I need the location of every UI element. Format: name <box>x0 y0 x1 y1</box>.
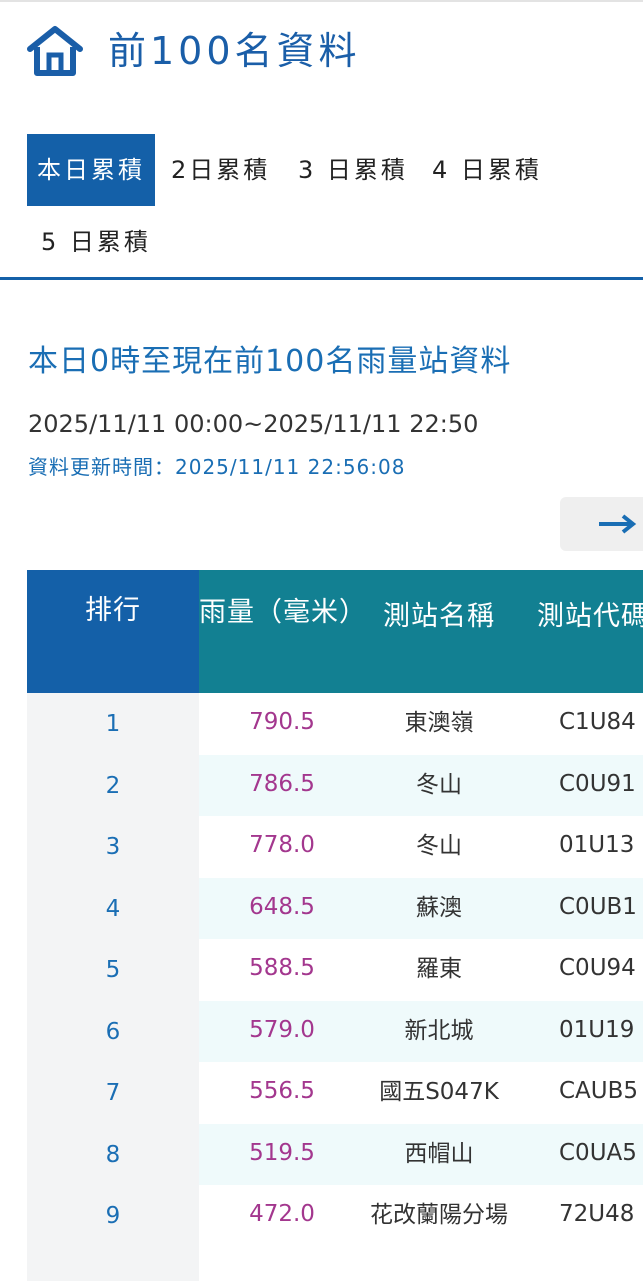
header-station-code[interactable]: 測站代碼 <box>513 570 643 693</box>
rank-cell: 1 <box>27 693 199 755</box>
page-title: 前100名資料 <box>108 29 361 73</box>
table-row[interactable]: 6 579.0 新北城 01U19 <box>27 1000 643 1062</box>
table-row[interactable]: 9 472.0 花改蘭陽分場 72U48 <box>27 1185 643 1281</box>
home-icon[interactable] <box>26 25 84 77</box>
tab-5-day[interactable]: 5 日累積 <box>41 206 151 278</box>
station-code-cell: C0U94 <box>513 939 643 1001</box>
table-row[interactable]: 7 556.5 國五S047K CAUB5 <box>27 1062 643 1124</box>
station-name-cell: 東澳嶺 <box>365 693 513 755</box>
rank-cell: 6 <box>27 1000 199 1062</box>
table-row[interactable]: 5 588.5 羅東 C0U94 <box>27 939 643 1001</box>
rain-cell: 648.5 <box>199 877 365 939</box>
tab-2-day[interactable]: 2日累積 <box>171 134 270 206</box>
tab-3-day[interactable]: 3 日累積 <box>298 134 408 206</box>
table-header: 排行 雨量（毫米） 測站名稱 測站代碼 <box>27 570 643 693</box>
ranking-table: 排行 雨量（毫米） 測站名稱 測站代碼 1 790.5 東澳嶺 C1U84 2 786.5… <box>27 570 643 1281</box>
station-code-cell: C0U91 <box>513 754 643 816</box>
top-border <box>0 0 643 2</box>
header-station-name[interactable]: 測站名稱 <box>365 570 513 693</box>
station-name-cell: 冬山 <box>365 754 513 816</box>
rank-cell: 4 <box>27 877 199 939</box>
rank-cell: 7 <box>27 1062 199 1124</box>
tabs-divider <box>0 277 643 280</box>
rank-cell: 5 <box>27 939 199 1001</box>
rain-cell: 778.0 <box>199 816 365 878</box>
table-row[interactable]: 8 519.5 西帽山 C0UA5 <box>27 1123 643 1185</box>
station-name-cell: 國五S047K <box>365 1062 513 1124</box>
station-code-cell: C0UA5 <box>513 1123 643 1185</box>
station-code-cell: 72U48 <box>513 1185 643 1281</box>
rank-cell: 9 <box>27 1185 199 1281</box>
scroll-right-button[interactable] <box>560 497 643 551</box>
page-header: 前100名資料 <box>26 24 361 78</box>
tab-4-day[interactable]: 4 日累積 <box>432 134 542 206</box>
rain-cell: 472.0 <box>199 1185 365 1281</box>
station-code-cell: C1U84 <box>513 693 643 755</box>
table-row[interactable]: 4 648.5 蘇澳 C0UB1 <box>27 877 643 939</box>
table-row[interactable]: 1 790.5 東澳嶺 C1U84 <box>27 693 643 755</box>
section-title: 本日0時至現在前100名雨量站資料 <box>28 344 512 379</box>
table-row[interactable]: 2 786.5 冬山 C0U91 <box>27 754 643 816</box>
station-code-cell: CAUB5 <box>513 1062 643 1124</box>
rain-cell: 790.5 <box>199 693 365 755</box>
rain-cell: 556.5 <box>199 1062 365 1124</box>
arrow-right-icon <box>598 514 636 534</box>
header-rain[interactable]: 雨量（毫米） <box>199 570 366 693</box>
station-code-cell: 01U13 <box>513 816 643 878</box>
update-time: 資料更新時間：2025/11/11 22:56:08 <box>28 455 406 479</box>
rank-cell: 8 <box>27 1123 199 1185</box>
rain-cell: 588.5 <box>199 939 365 1001</box>
table-body: 1 790.5 東澳嶺 C1U84 2 786.5 冬山 C0U91 3 778.0 冬山 01U13… <box>27 693 643 1281</box>
station-code-cell: C0UB1 <box>513 877 643 939</box>
rain-cell: 579.0 <box>199 1000 365 1062</box>
station-name-cell: 羅東 <box>365 939 513 1001</box>
station-name-cell: 花改蘭陽分場 <box>365 1185 513 1281</box>
station-name-cell: 冬山 <box>365 816 513 878</box>
table-row[interactable]: 3 778.0 冬山 01U13 <box>27 816 643 878</box>
station-name-cell: 西帽山 <box>365 1123 513 1185</box>
station-name-cell: 新北城 <box>365 1000 513 1062</box>
rain-cell: 519.5 <box>199 1123 365 1185</box>
station-code-cell: 01U19 <box>513 1000 643 1062</box>
time-range: 2025/11/11 00:00~2025/11/11 22:50 <box>28 410 479 438</box>
tab-today[interactable]: 本日累積 <box>27 134 155 206</box>
rain-cell: 786.5 <box>199 754 365 816</box>
rank-cell: 2 <box>27 754 199 816</box>
header-rank[interactable]: 排行 <box>27 570 199 693</box>
rank-cell: 3 <box>27 816 199 878</box>
station-name-cell: 蘇澳 <box>365 877 513 939</box>
